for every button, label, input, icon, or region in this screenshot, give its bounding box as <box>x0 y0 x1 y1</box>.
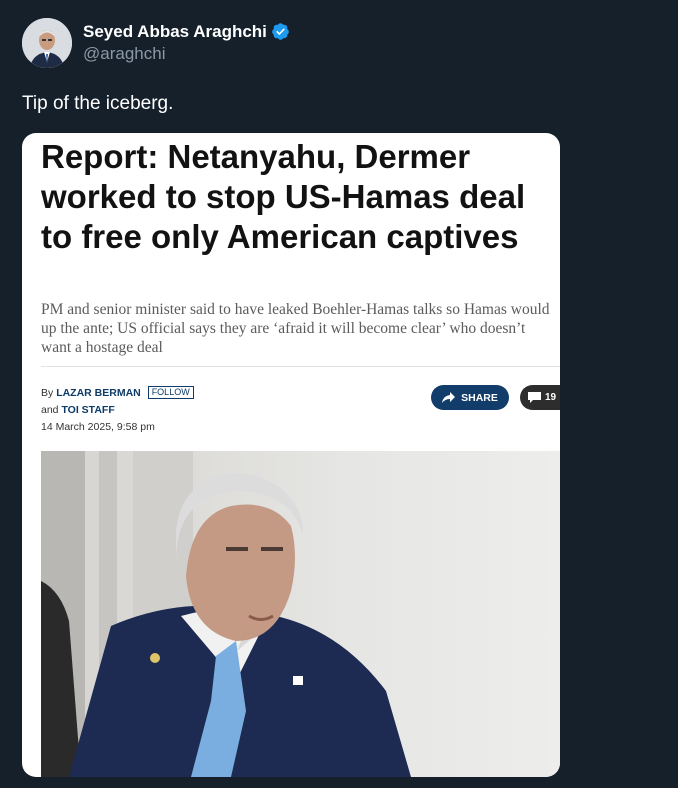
author-name: LAZAR BERMAN <box>56 387 141 399</box>
follow-button: FOLLOW <box>147 386 194 399</box>
byline-and: and <box>41 404 59 416</box>
byline-prefix: By <box>41 387 54 399</box>
share-arrow-icon <box>442 392 456 403</box>
avatar-image <box>22 18 72 68</box>
article-photo <box>41 451 560 777</box>
tweet-text: Tip of the iceberg. <box>22 93 174 114</box>
tweet-header: Seyed Abbas Araghchi @araghchi <box>22 18 290 68</box>
article-byline: By LAZAR BERMAN FOLLOW and TOI STAFF 14 … <box>41 385 194 436</box>
verified-badge-icon <box>272 23 289 41</box>
comment-bubble-icon <box>528 392 541 403</box>
author-name-2: TOI STAFF <box>61 404 115 416</box>
avatar[interactable] <box>22 18 72 68</box>
article-photo-image <box>41 451 560 777</box>
user-handle[interactable]: @araghchi <box>83 44 290 64</box>
article-date: 14 March 2025, 9:58 pm <box>41 421 155 433</box>
article-headline: Report: Netanyahu, Dermer worked to stop… <box>41 138 526 255</box>
display-name[interactable]: Seyed Abbas Araghchi <box>83 22 267 42</box>
article-image-card[interactable]: Report: Netanyahu, Dermer worked to stop… <box>22 133 560 777</box>
divider <box>41 366 560 367</box>
article-subhead: PM and senior minister said to have leak… <box>41 301 550 356</box>
share-label: SHARE <box>461 391 498 404</box>
comments-button: 19 <box>520 385 560 410</box>
comments-count: 19 <box>545 392 557 403</box>
share-button: SHARE <box>431 385 509 410</box>
